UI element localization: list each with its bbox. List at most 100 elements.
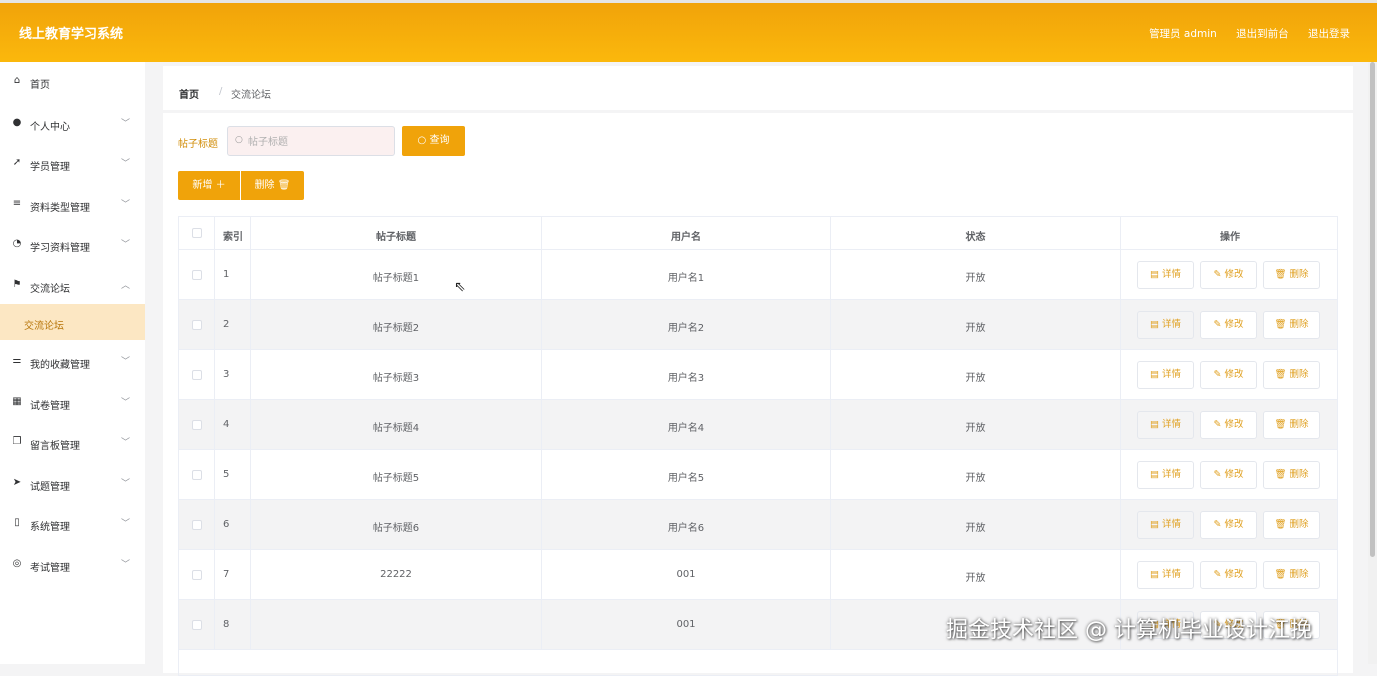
header-title: 帖子标题 bbox=[376, 232, 416, 243]
sidebar-item-exams[interactable]: ◎ 考试管理 ﹀ bbox=[0, 545, 145, 585]
edit-button[interactable]: ✎ 修改 bbox=[1200, 511, 1257, 539]
sidebar-item-system[interactable]: ▯ 系统管理 ﹀ bbox=[0, 504, 145, 544]
compass-icon: ◎ bbox=[12, 558, 22, 569]
app-title: 线上教育学习系统 bbox=[19, 27, 124, 42]
delete-button[interactable]: 🗑 删除 bbox=[1263, 311, 1320, 339]
row-checkbox[interactable] bbox=[192, 620, 202, 630]
row-username: 用户名6 bbox=[667, 523, 705, 534]
sidebar-item-materials[interactable]: ◔ 学习资料管理 ﹀ bbox=[0, 225, 145, 265]
row-username: 001 bbox=[676, 619, 696, 630]
row-status: 开放 bbox=[965, 423, 986, 434]
edit-button[interactable]: ✎ 修改 bbox=[1200, 461, 1257, 489]
page-scrollbar[interactable] bbox=[1368, 62, 1377, 664]
delete-button[interactable]: 🗑 删除 bbox=[1263, 561, 1320, 589]
row-checkbox[interactable] bbox=[192, 520, 202, 530]
logout-link[interactable]: 退出登录 bbox=[1308, 28, 1350, 40]
row-title: 帖子标题6 bbox=[372, 523, 420, 534]
delete-button[interactable]: 🗑 删除 bbox=[1263, 511, 1320, 539]
chevron-down-icon: ﹀ bbox=[120, 119, 130, 129]
add-button[interactable]: 新增 ＋ bbox=[178, 171, 240, 200]
chevron-down-icon: ﹀ bbox=[120, 479, 130, 489]
row-checkbox[interactable] bbox=[192, 570, 202, 580]
sidebar-item-personal-center[interactable]: ● 个人中心 ﹀ bbox=[0, 104, 145, 144]
detail-button[interactable]: ▤ 详情 bbox=[1137, 511, 1194, 539]
breadcrumb-separator: / bbox=[219, 86, 223, 97]
top-header: 线上教育学习系统 管理员 admin 退出到前台 退出登录 bbox=[0, 0, 1377, 62]
row-title: 帖子标题4 bbox=[372, 423, 420, 434]
table-row: 6 帖子标题6 用户名6 开放 ▤ 详情 ✎ 修改 🗑 删除 bbox=[179, 500, 1337, 550]
row-status: 开放 bbox=[965, 273, 986, 284]
row-index: 7 bbox=[223, 569, 230, 580]
detail-button[interactable]: ▤ 详情 bbox=[1137, 261, 1194, 289]
home-icon: ⌂ bbox=[13, 75, 21, 86]
user-icon: ● bbox=[12, 117, 22, 128]
delete-button[interactable]: 🗑 删除 bbox=[1263, 461, 1320, 489]
delete-button[interactable]: 🗑 删除 bbox=[1263, 361, 1320, 389]
edit-button[interactable]: ✎ 修改 bbox=[1200, 311, 1257, 339]
row-checkbox[interactable] bbox=[192, 370, 202, 380]
search-input[interactable] bbox=[248, 134, 388, 150]
breadcrumb-home[interactable]: 首页 bbox=[179, 86, 199, 101]
row-username: 用户名4 bbox=[667, 423, 705, 434]
batch-delete-button[interactable]: 删除 🗑 bbox=[241, 171, 304, 200]
search-icon: ○ bbox=[235, 135, 243, 145]
row-checkbox[interactable] bbox=[192, 470, 202, 480]
copy-icon: ❐ bbox=[12, 436, 22, 447]
row-status: 开放 bbox=[965, 473, 986, 484]
detail-button[interactable]: ▤ 详情 bbox=[1137, 311, 1194, 339]
sidebar-item-favorites[interactable]: ⚌ 我的收藏管理 ﹀ bbox=[0, 342, 145, 382]
chevron-down-icon: ﹀ bbox=[120, 159, 130, 169]
detail-button[interactable]: ▤ 详情 bbox=[1137, 461, 1194, 489]
sidebar-item-label: 试卷管理 bbox=[30, 401, 70, 412]
admin-user-label: 管理员 admin bbox=[1149, 28, 1217, 40]
table-header: 索引 帖子标题 用户名 状态 操作 bbox=[179, 217, 1337, 250]
row-checkbox[interactable] bbox=[192, 320, 202, 330]
sidebar-item-material-types[interactable]: ≡ 资料类型管理 ﹀ bbox=[0, 185, 145, 225]
sidebar-item-label: 系统管理 bbox=[30, 522, 70, 533]
query-button[interactable]: ○ 查询 bbox=[402, 126, 465, 156]
sidebar-item-papers[interactable]: ▦ 试卷管理 ﹀ bbox=[0, 383, 145, 423]
row-username: 用户名2 bbox=[667, 323, 705, 334]
select-all-checkbox[interactable] bbox=[192, 228, 202, 238]
main-area: 首页 / 交流论坛 帖子标题 ○ ○ 查询 新增 ＋ 删除 🗑 索引 帖子标题 … bbox=[149, 62, 1368, 676]
delete-button[interactable]: 🗑 删除 bbox=[1263, 261, 1320, 289]
row-title: 帖子标题1 bbox=[372, 273, 420, 284]
phone-icon: ▯ bbox=[14, 517, 20, 528]
breadcrumb-current: 交流论坛 bbox=[231, 90, 271, 101]
chevron-down-icon: ﹀ bbox=[120, 519, 130, 529]
table-row: 5 帖子标题5 用户名5 开放 ▤ 详情 ✎ 修改 🗑 删除 bbox=[179, 450, 1337, 500]
delete-button[interactable]: 🗑 删除 bbox=[1263, 411, 1320, 439]
row-index: 5 bbox=[223, 469, 230, 480]
submenu-item-forum[interactable]: 交流论坛 bbox=[0, 304, 145, 340]
detail-button[interactable]: ▤ 详情 bbox=[1137, 361, 1194, 389]
mouse-cursor-icon: ⇖ bbox=[454, 279, 466, 295]
sidebar-item-forum[interactable]: ⚑ 交流论坛 ︿ bbox=[0, 266, 145, 306]
row-title: 22222 bbox=[380, 569, 412, 580]
sidebar-item-label: 试题管理 bbox=[30, 482, 70, 493]
table-row: 7 22222 001 开放 ▤ 详情 ✎ 修改 🗑 删除 bbox=[179, 550, 1337, 600]
row-index: 4 bbox=[223, 419, 230, 430]
sidebar-item-home[interactable]: ⌂ 首页 bbox=[0, 62, 145, 102]
row-index: 1 bbox=[223, 269, 230, 280]
detail-button[interactable]: ▤ 详情 bbox=[1137, 561, 1194, 589]
table-row: 4 帖子标题4 用户名4 开放 ▤ 详情 ✎ 修改 🗑 删除 bbox=[179, 400, 1337, 450]
sliders-icon: ⚌ bbox=[12, 355, 22, 366]
sidebar-item-messages[interactable]: ❐ 留言板管理 ﹀ bbox=[0, 423, 145, 463]
edit-button[interactable]: ✎ 修改 bbox=[1200, 411, 1257, 439]
row-index: 6 bbox=[223, 519, 230, 530]
row-title: 帖子标题5 bbox=[372, 473, 420, 484]
row-username: 001 bbox=[676, 569, 696, 580]
row-status: 开放 bbox=[965, 323, 986, 334]
detail-button[interactable]: ▤ 详情 bbox=[1137, 411, 1194, 439]
row-checkbox[interactable] bbox=[192, 270, 202, 280]
edit-button[interactable]: ✎ 修改 bbox=[1200, 561, 1257, 589]
scrollbar-thumb[interactable] bbox=[1370, 62, 1375, 557]
sidebar-item-students[interactable]: ➚ 学员管理 ﹀ bbox=[0, 144, 145, 184]
to-front-link[interactable]: 退出到前台 bbox=[1236, 28, 1289, 40]
chevron-down-icon: ﹀ bbox=[120, 398, 130, 408]
edit-button[interactable]: ✎ 修改 bbox=[1200, 261, 1257, 289]
sidebar-item-questions[interactable]: ➤ 试题管理 ﹀ bbox=[0, 464, 145, 504]
row-checkbox[interactable] bbox=[192, 420, 202, 430]
edit-button[interactable]: ✎ 修改 bbox=[1200, 361, 1257, 389]
chevron-down-icon: ﹀ bbox=[120, 200, 130, 210]
